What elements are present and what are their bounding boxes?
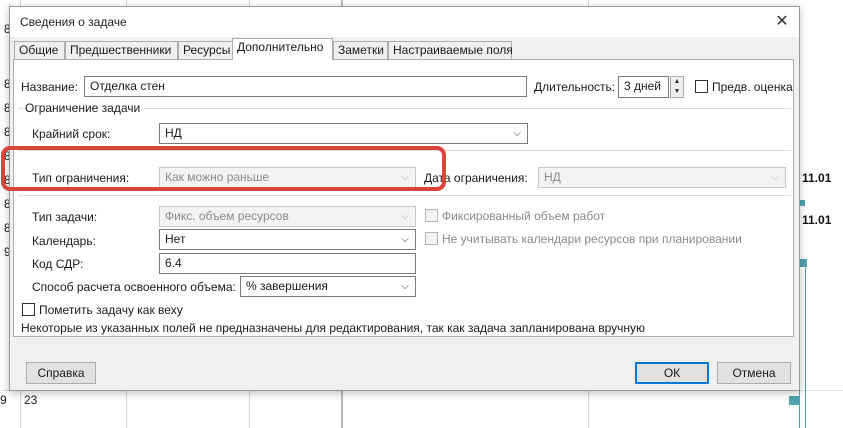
gantt-link-line	[805, 263, 806, 428]
calendar-select[interactable]: Нет ⌵	[159, 229, 416, 250]
spin-up-icon[interactable]: ▲	[671, 77, 683, 87]
deadline-select[interactable]: НД ⌵	[159, 123, 528, 144]
chevron-down-icon: ⌵	[401, 234, 409, 245]
milestone-label: Пометить задачу как веху	[39, 303, 183, 317]
tab-notes[interactable]: Заметки	[333, 41, 388, 59]
duration-input[interactable]: 3 дней	[618, 76, 669, 98]
divider	[18, 195, 791, 196]
cancel-button[interactable]: Отмена	[717, 362, 791, 384]
chevron-down-icon: ⌵	[771, 172, 779, 183]
tab-custom-fields[interactable]: Настраиваемые поля	[388, 41, 513, 59]
effort-driven-label: Фиксированный объем работ	[442, 209, 606, 223]
task-type-label: Тип задачи:	[32, 210, 98, 224]
estimated-checkbox[interactable]	[695, 80, 708, 93]
deadline-label: Крайний срок:	[32, 127, 111, 141]
chevron-down-icon: ⌵	[401, 172, 409, 183]
wbs-label: Код СДР:	[32, 257, 84, 271]
name-input[interactable]: Отделка стен	[84, 76, 527, 97]
help-button[interactable]: Справка	[26, 362, 96, 384]
duration-spinner[interactable]: ▲ ▼	[670, 76, 684, 98]
ok-button[interactable]: ОК	[635, 362, 709, 384]
constraint-date-select[interactable]: НД ⌵	[538, 167, 786, 188]
constraint-type-value: Как можно раньше	[165, 170, 270, 184]
name-label: Название:	[21, 80, 78, 94]
chevron-down-icon: ⌵	[401, 211, 409, 222]
chevron-down-icon: ⌵	[401, 281, 409, 292]
tab-advanced[interactable]: Дополнительно	[232, 38, 333, 60]
tab-strip: Общие Предшественники Ресурсы Дополнител…	[14, 37, 799, 60]
earned-value-value: % завершения	[246, 279, 328, 293]
dialog-title: Сведения о задаче	[20, 15, 127, 29]
chevron-down-icon: ⌵	[513, 128, 521, 139]
earned-value-select[interactable]: % завершения ⌵	[240, 276, 416, 297]
duration-label: Длительность:	[534, 80, 616, 94]
calendar-label: Календарь:	[32, 234, 96, 248]
constraint-group-title: Ограничение задачи	[25, 101, 144, 115]
spin-down-icon[interactable]: ▼	[671, 87, 683, 97]
tab-general[interactable]: Общие	[14, 41, 65, 59]
tab-resources[interactable]: Ресурсы	[178, 41, 233, 59]
deadline-value: НД	[165, 126, 182, 140]
milestone-checkbox[interactable]	[22, 303, 35, 316]
advanced-tab-panel: Название: Отделка стен Длительность: 3 д…	[13, 59, 794, 337]
dialog-titlebar[interactable]: Сведения о задаче ✕	[10, 7, 799, 37]
earned-value-label: Способ расчета освоенного объема:	[32, 280, 236, 294]
task-type-value: Фикс. объем ресурсов	[165, 209, 289, 223]
constraint-date-label: Дата ограничения:	[424, 171, 528, 185]
ignore-calendars-checkbox[interactable]	[425, 232, 438, 245]
calendar-value: Нет	[165, 232, 186, 246]
constraint-type-select[interactable]: Как можно раньше ⌵	[159, 167, 416, 188]
task-type-select[interactable]: Фикс. объем ресурсов ⌵	[159, 206, 416, 227]
row-number: 9	[0, 393, 7, 407]
close-button[interactable]: ✕	[771, 11, 793, 33]
task-info-dialog: Сведения о задаче ✕ Общие Предшественник…	[9, 6, 800, 391]
day-number: 23	[24, 393, 38, 407]
tab-predecessors[interactable]: Предшественники	[65, 41, 178, 59]
gantt-bar[interactable]	[789, 396, 799, 405]
constraint-type-label: Тип ограничения:	[32, 171, 130, 185]
gantt-date-label: 11.01	[802, 171, 832, 185]
divider	[18, 150, 791, 151]
manual-schedule-note: Некоторые из указанных полей не предназн…	[21, 321, 646, 335]
gantt-date-label: 11.01	[802, 213, 832, 227]
estimated-label: Предв. оценка	[712, 80, 793, 94]
close-icon: ✕	[775, 13, 789, 30]
constraint-date-value: НД	[544, 170, 561, 184]
wbs-input[interactable]: 6.4	[159, 253, 416, 274]
ignore-calendars-label: Не учитывать календари ресурсов при план…	[442, 232, 742, 246]
effort-driven-checkbox[interactable]	[425, 209, 438, 222]
